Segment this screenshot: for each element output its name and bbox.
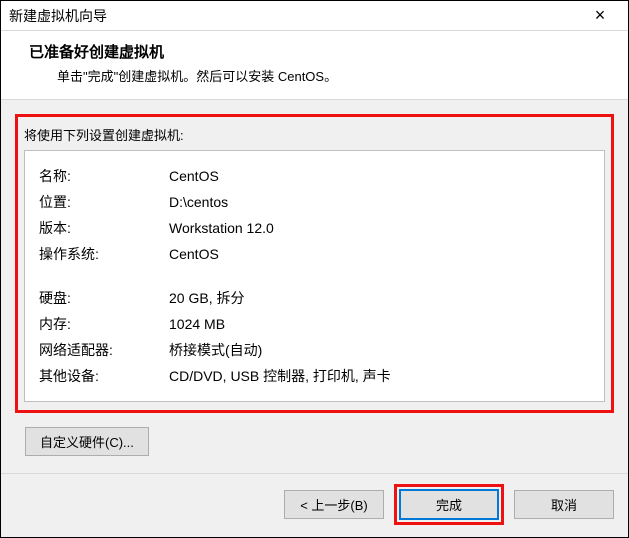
value-os: CentOS <box>169 241 590 267</box>
summary-row-network: 网络适配器: 桥接模式(自动) <box>39 337 590 363</box>
label-name: 名称: <box>39 163 169 189</box>
label-memory: 内存: <box>39 311 169 337</box>
window-title: 新建虚拟机向导 <box>9 6 107 26</box>
finish-button[interactable]: 完成 <box>399 489 499 520</box>
label-os: 操作系统: <box>39 241 169 267</box>
value-location: D:\centos <box>169 189 590 215</box>
label-other: 其他设备: <box>39 363 169 389</box>
body-spacer <box>15 456 614 463</box>
customize-hardware-button[interactable]: 自定义硬件(C)... <box>25 427 149 456</box>
label-location: 位置: <box>39 189 169 215</box>
summary-row-memory: 内存: 1024 MB <box>39 311 590 337</box>
header-area: 已准备好创建虚拟机 单击"完成"创建虚拟机。然后可以安装 CentOS。 <box>1 31 628 100</box>
summary-row-disk: 硬盘: 20 GB, 拆分 <box>39 285 590 311</box>
value-version: Workstation 12.0 <box>169 215 590 241</box>
close-icon[interactable]: × <box>580 5 620 26</box>
titlebar: 新建虚拟机向导 × <box>1 1 628 31</box>
value-other: CD/DVD, USB 控制器, 打印机, 声卡 <box>169 363 590 389</box>
label-network: 网络适配器: <box>39 337 169 363</box>
label-version: 版本: <box>39 215 169 241</box>
summary-row-location: 位置: D:\centos <box>39 189 590 215</box>
value-name: CentOS <box>169 163 590 189</box>
summary-caption: 将使用下列设置创建虚拟机: <box>24 125 605 144</box>
footer-buttons: < 上一步(B) 完成 取消 <box>1 473 628 537</box>
summary-highlight: 将使用下列设置创建虚拟机: 名称: CentOS 位置: D:\centos 版… <box>15 114 614 413</box>
summary-row-other: 其他设备: CD/DVD, USB 控制器, 打印机, 声卡 <box>39 363 590 389</box>
row-gap <box>39 267 590 285</box>
label-disk: 硬盘: <box>39 285 169 311</box>
summary-row-name: 名称: CentOS <box>39 163 590 189</box>
customize-row: 自定义硬件(C)... <box>15 427 614 456</box>
summary-row-version: 版本: Workstation 12.0 <box>39 215 590 241</box>
summary-row-os: 操作系统: CentOS <box>39 241 590 267</box>
page-subheading: 单击"完成"创建虚拟机。然后可以安装 CentOS。 <box>29 66 600 85</box>
cancel-button[interactable]: 取消 <box>514 490 614 519</box>
value-disk: 20 GB, 拆分 <box>169 285 590 311</box>
back-button[interactable]: < 上一步(B) <box>284 490 384 519</box>
finish-highlight: 完成 <box>394 484 504 525</box>
summary-panel: 名称: CentOS 位置: D:\centos 版本: Workstation… <box>24 150 605 402</box>
body-area: 将使用下列设置创建虚拟机: 名称: CentOS 位置: D:\centos 版… <box>1 100 628 473</box>
wizard-window: 新建虚拟机向导 × 已准备好创建虚拟机 单击"完成"创建虚拟机。然后可以安装 C… <box>0 0 629 538</box>
value-memory: 1024 MB <box>169 311 590 337</box>
page-heading: 已准备好创建虚拟机 <box>29 41 600 62</box>
value-network: 桥接模式(自动) <box>169 337 590 363</box>
